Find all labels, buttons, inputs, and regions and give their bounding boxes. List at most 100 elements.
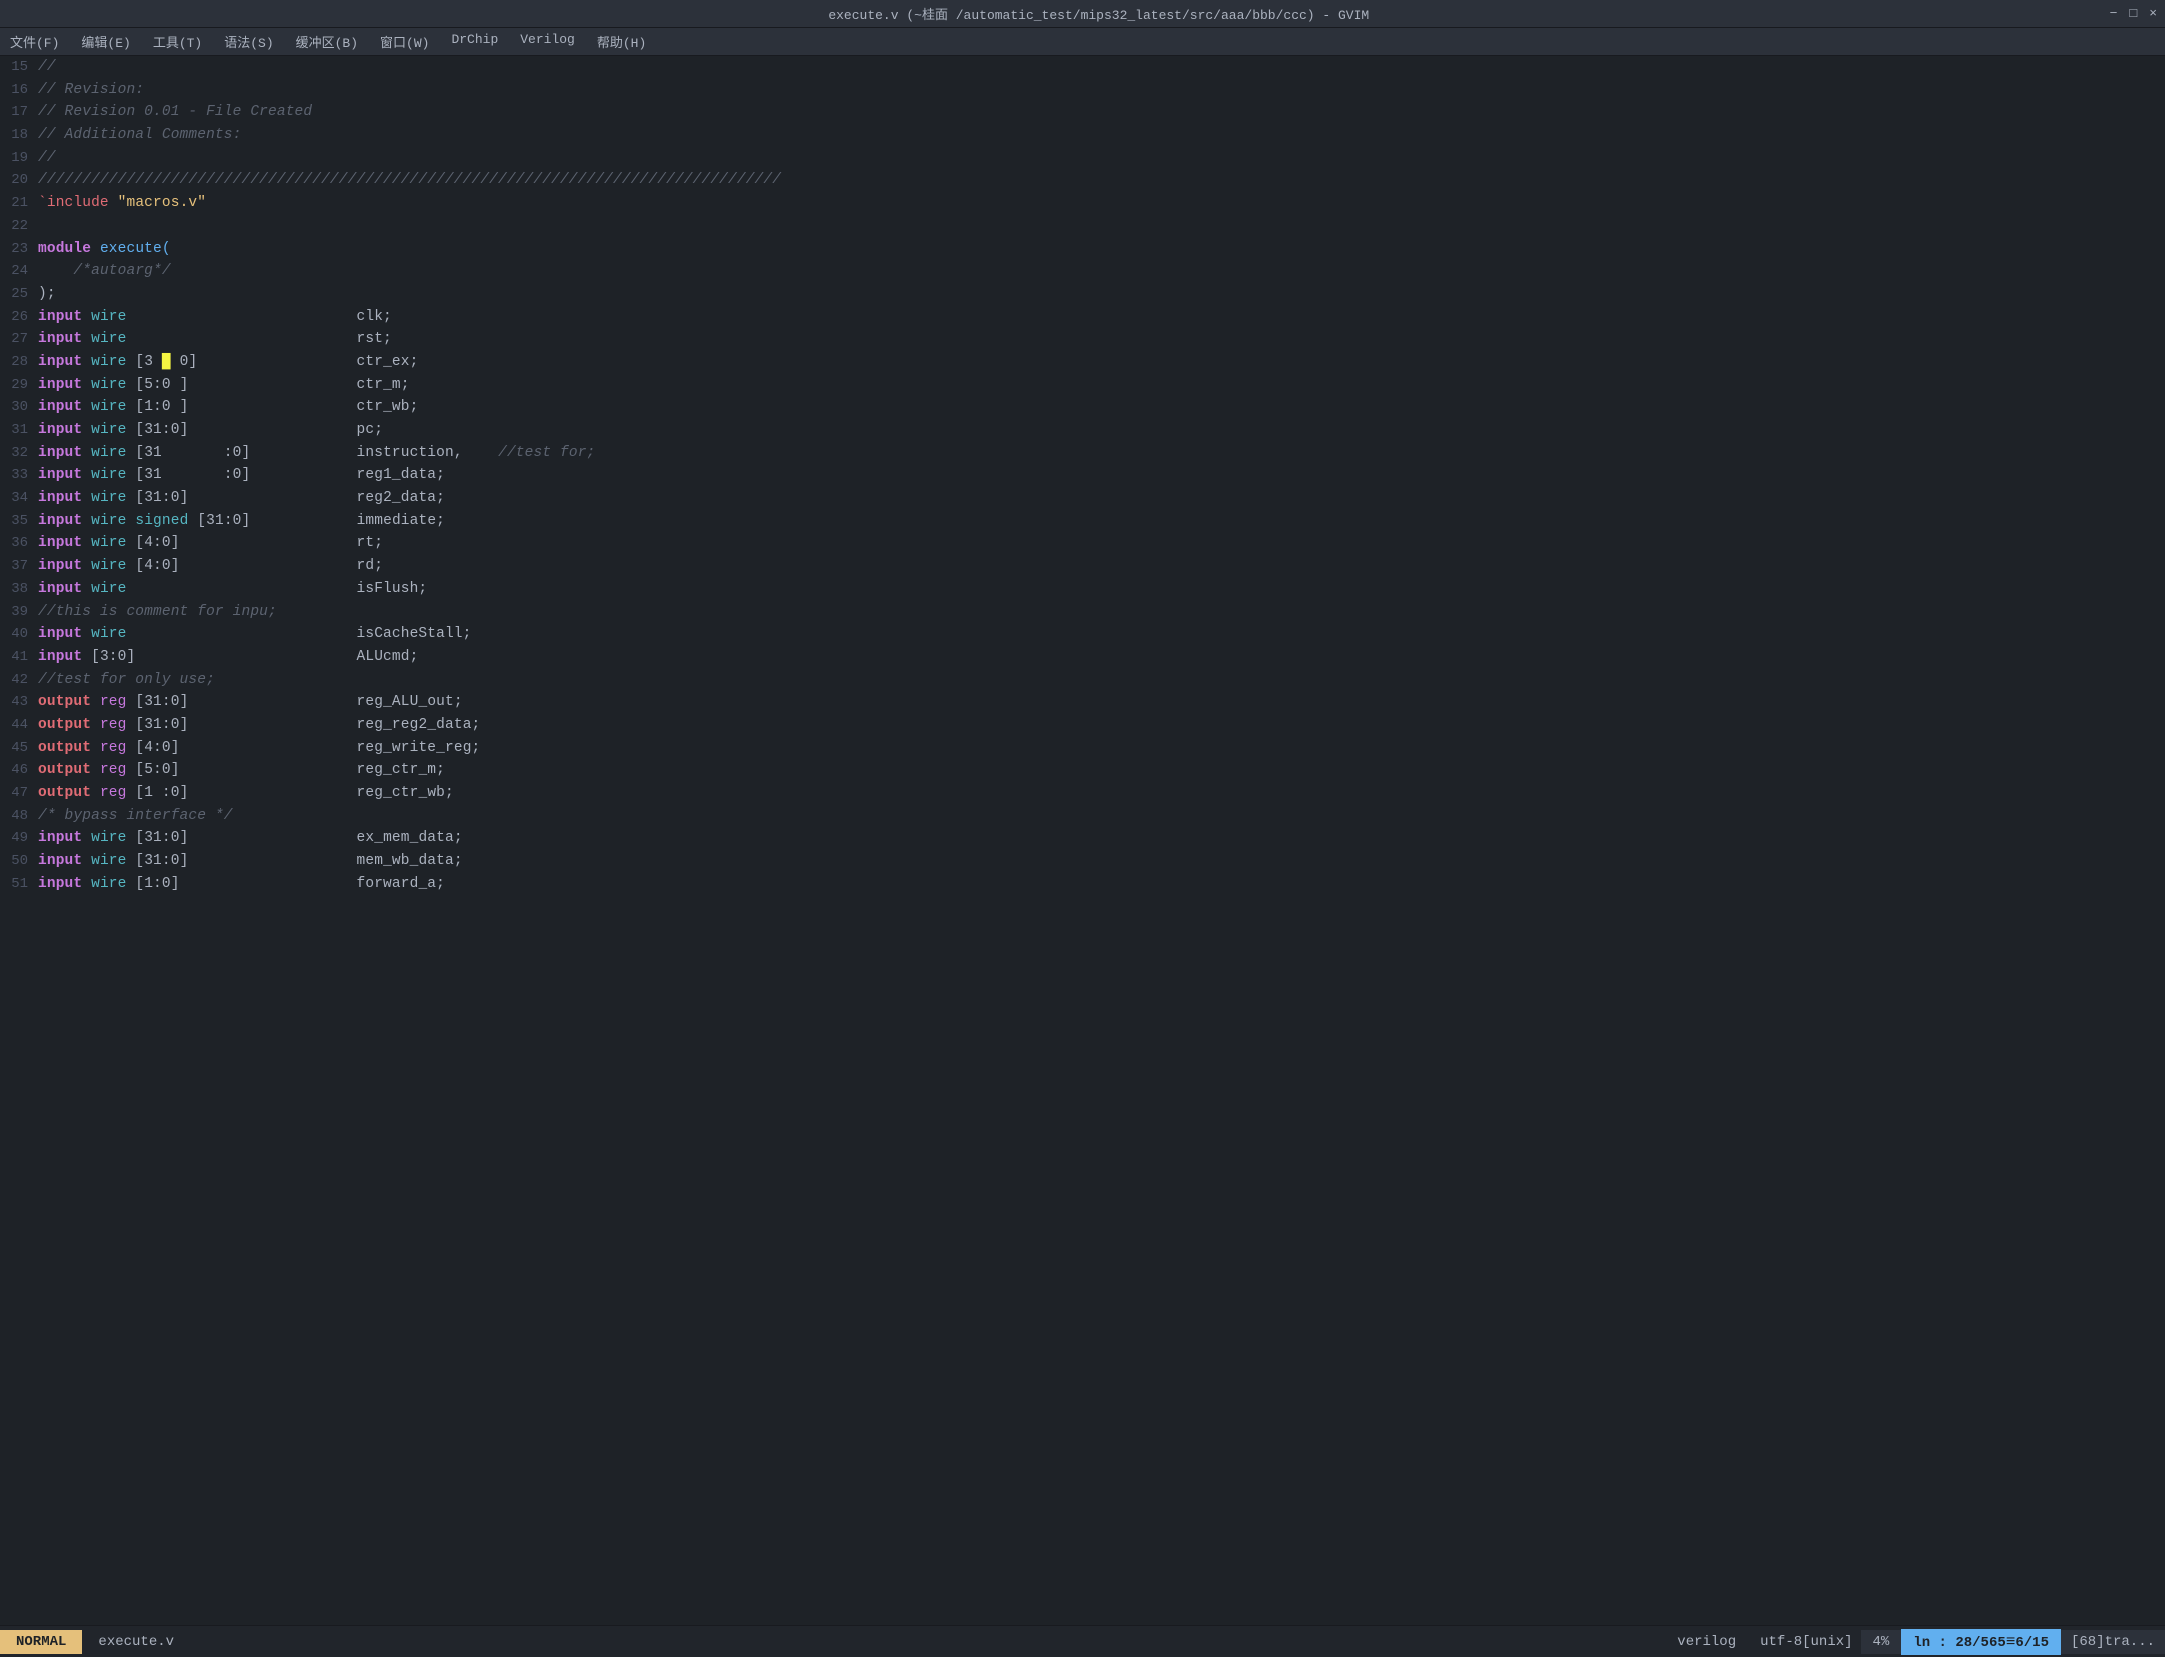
status-percent: 4%: [1861, 1630, 1902, 1654]
menu-item[interactable]: 编辑(E): [77, 30, 134, 53]
token-port: immediate;: [357, 513, 445, 529]
token-port: [5:0]: [135, 762, 179, 778]
token-port: [5:0 ]: [135, 377, 188, 393]
line-number: 37: [0, 556, 38, 578]
line-number: 30: [0, 397, 38, 419]
code-line: 39//this is comment for inpu;: [0, 601, 2165, 624]
code-line: 42//test for only use;: [0, 669, 2165, 692]
token-space: [91, 694, 100, 710]
token-space: [126, 513, 135, 529]
token-port: [31:0]: [135, 830, 188, 846]
code-line: 18// Additional Comments:: [0, 124, 2165, 147]
code-line: 29input wire [5:0 ] ctr_m;: [0, 374, 2165, 397]
menu-item[interactable]: 文件(F): [6, 30, 63, 53]
menu-item[interactable]: 工具(T): [149, 30, 206, 53]
token-port: ALUcmd;: [357, 649, 419, 665]
token-keyword: input: [38, 445, 82, 461]
token-output: output: [38, 785, 91, 801]
token-wire: wire: [91, 535, 126, 551]
token-port: rd;: [357, 558, 384, 574]
status-right: verilog utf-8[unix] 4% ln : 28/565≡6/15 …: [1661, 1629, 2165, 1655]
status-bar: NORMAL execute.v verilog utf-8[unix] 4% …: [0, 1625, 2165, 1657]
token-include: `include: [38, 195, 109, 211]
maximize-button[interactable]: □: [2129, 6, 2137, 21]
token-keyword: input: [38, 853, 82, 869]
token-wire: wire: [91, 513, 126, 529]
token-spaces: [126, 331, 356, 347]
token-space: [82, 853, 91, 869]
code-line: 28input wire [3 █ 0] ctr_ex;: [0, 351, 2165, 374]
menu-item[interactable]: Verilog: [516, 30, 579, 53]
token-spaces: [463, 445, 498, 461]
menu-item[interactable]: 帮助(H): [593, 30, 650, 53]
code-line: 50input wire [31:0] mem_wb_data;: [0, 850, 2165, 873]
line-content: input wire [31:0] pc;: [38, 419, 383, 441]
token-comment: //: [38, 150, 56, 166]
close-button[interactable]: ×: [2149, 6, 2157, 21]
line-content: module execute(: [38, 238, 171, 260]
token-wire: wire: [91, 331, 126, 347]
token-port: [3:0]: [91, 649, 135, 665]
token-port: isCacheStall;: [357, 626, 472, 642]
token-keyword: input: [38, 377, 82, 393]
token-keyword: input: [38, 399, 82, 415]
line-content: output reg [5:0] reg_ctr_m;: [38, 759, 445, 781]
code-line: 30input wire [1:0 ] ctr_wb;: [0, 396, 2165, 419]
minimize-button[interactable]: −: [2110, 6, 2118, 21]
line-content: input wire [31 :0] reg1_data;: [38, 464, 445, 486]
token-space: [126, 830, 135, 846]
token-output: output: [38, 762, 91, 778]
token-wire: wire: [91, 309, 126, 325]
line-number: 20: [0, 170, 38, 192]
token-space: [126, 422, 135, 438]
token-reg: reg: [100, 694, 127, 710]
token-port: [31:0]: [135, 490, 188, 506]
line-number: 18: [0, 125, 38, 147]
code-area: 15//16// Revision:17// Revision 0.01 - F…: [0, 56, 2165, 1625]
token-port: ctr_m;: [357, 377, 410, 393]
token-port: [31:0]: [135, 853, 188, 869]
line-content: output reg [31:0] reg_reg2_data;: [38, 714, 480, 736]
token-comment: ////////////////////////////////////////…: [38, 172, 781, 188]
code-line: 40input wire isCacheStall;: [0, 623, 2165, 646]
menu-item[interactable]: 语法(S): [220, 30, 277, 53]
token-space: [91, 740, 100, 756]
token-space: [126, 399, 135, 415]
token-keyword: input: [38, 535, 82, 551]
line-number: 19: [0, 148, 38, 170]
token-space: [126, 558, 135, 574]
token-space: [82, 830, 91, 846]
code-line: 47output reg [1 :0] reg_ctr_wb;: [0, 782, 2165, 805]
token-port: [31:0]: [197, 513, 250, 529]
line-content: input wire signed [31:0] immediate;: [38, 510, 445, 532]
line-content: input wire isFlush;: [38, 578, 427, 600]
status-filename: execute.v: [82, 1630, 190, 1654]
token-space: [82, 445, 91, 461]
line-content: //: [38, 56, 56, 78]
line-number: 50: [0, 851, 38, 873]
token-port: reg_ctr_wb;: [357, 785, 454, 801]
line-content: input wire [31:0] reg2_data;: [38, 487, 445, 509]
line-number: 23: [0, 239, 38, 261]
title-bar: execute.v (~桂面 /automatic_test/mips32_la…: [0, 0, 2165, 28]
code-line: 44output reg [31:0] reg_reg2_data;: [0, 714, 2165, 737]
token-space: [126, 853, 135, 869]
token-keyword: input: [38, 626, 82, 642]
token-space: [126, 467, 135, 483]
line-number: 39: [0, 602, 38, 624]
code-line: 45output reg [4:0] reg_write_reg;: [0, 737, 2165, 760]
menu-item[interactable]: 窗口(W): [376, 30, 433, 53]
token-comment: // Revision 0.01 - File Created: [38, 104, 312, 120]
token-wire: wire: [91, 490, 126, 506]
line-content: output reg [1 :0] reg_ctr_wb;: [38, 782, 454, 804]
token-keyword: module: [38, 241, 91, 257]
token-wire: wire: [91, 445, 126, 461]
menu-item[interactable]: DrChip: [447, 30, 502, 53]
token-port: instruction,: [357, 445, 463, 461]
line-content: input wire [31 :0] instruction, //test f…: [38, 442, 595, 464]
token-space: [82, 331, 91, 347]
line-number: 46: [0, 760, 38, 782]
menu-item[interactable]: 缓冲区(B): [292, 30, 362, 53]
window-controls[interactable]: − □ ×: [2110, 6, 2157, 21]
token-port: [4:0]: [135, 535, 179, 551]
